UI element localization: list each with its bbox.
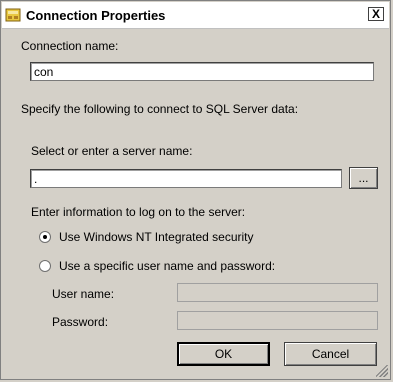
- database-connection-icon: [5, 7, 21, 23]
- password-input[interactable]: [177, 311, 378, 330]
- specific-user-radio[interactable]: [39, 260, 51, 272]
- browse-server-button[interactable]: ...: [349, 167, 378, 189]
- password-label: Password:: [52, 315, 109, 329]
- specify-instructions: Specify the following to connect to SQL …: [21, 102, 299, 116]
- cancel-button[interactable]: Cancel: [284, 342, 377, 366]
- specific-user-label[interactable]: Use a specific user name and password:: [59, 259, 275, 273]
- ok-button[interactable]: OK: [177, 342, 270, 366]
- ok-button-label: OK: [214, 347, 233, 361]
- logon-info-label: Enter information to log on to the serve…: [31, 205, 246, 219]
- title-bar: Connection Properties X: [2, 2, 389, 29]
- username-input[interactable]: [177, 283, 378, 302]
- connection-name-label: Connection name:: [21, 39, 119, 53]
- server-name-label: Select or enter a server name:: [31, 144, 193, 158]
- cancel-button-label: Cancel: [311, 347, 350, 361]
- radio-selected-dot: [43, 235, 47, 239]
- window-title: Connection Properties: [26, 8, 166, 23]
- connection-name-input[interactable]: con: [30, 62, 374, 81]
- windows-auth-label[interactable]: Use Windows NT Integrated security: [59, 230, 254, 244]
- close-icon: X: [371, 7, 380, 21]
- windows-auth-radio[interactable]: [39, 231, 51, 243]
- close-button[interactable]: X: [368, 7, 384, 21]
- server-name-input[interactable]: .: [30, 169, 342, 188]
- username-label: User name:: [52, 287, 115, 301]
- browse-button-label: ...: [358, 171, 369, 185]
- resize-grip-icon[interactable]: [376, 365, 388, 377]
- connection-properties-dialog: Connection Properties X Connection name:…: [0, 0, 391, 380]
